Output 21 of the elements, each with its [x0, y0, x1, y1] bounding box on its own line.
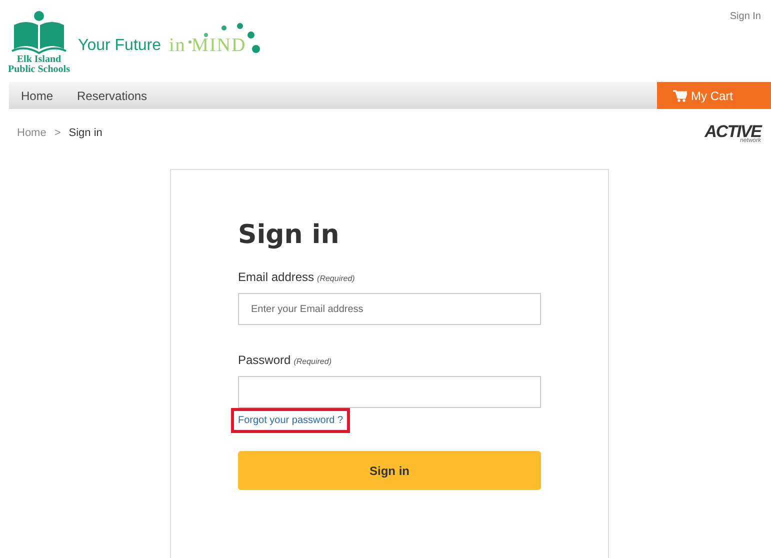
nav-link[interactable]: Reservations [65, 82, 160, 109]
required-note: (Required) [317, 274, 355, 283]
school-name: Elk Island Public Schools [8, 55, 70, 75]
input-field[interactable]: Enter your Email address [238, 293, 541, 325]
breadcrumb-item: Sign in [68, 127, 102, 139]
book-emblem-icon [10, 11, 68, 55]
sign-in-link[interactable]: Sign In [730, 11, 761, 22]
field-label: Password [238, 353, 291, 367]
form-title: Sign in [238, 220, 340, 250]
breadcrumb-item[interactable]: Home [17, 127, 46, 139]
forgot-password-link[interactable]: Forgot your password ? [231, 408, 350, 433]
field-label: Email address [238, 270, 314, 284]
cart-icon [673, 90, 687, 102]
tagline-accent: in MIND [169, 35, 246, 57]
sign-in-button[interactable]: Sign in [238, 451, 541, 490]
input-field[interactable] [238, 376, 541, 408]
breadcrumb-separator: > [54, 127, 61, 139]
nav-link[interactable]: Home [9, 82, 66, 109]
tagline: Your Future [78, 37, 162, 55]
required-note: (Required) [294, 357, 332, 366]
my-cart-button[interactable]: My Cart [657, 82, 771, 109]
